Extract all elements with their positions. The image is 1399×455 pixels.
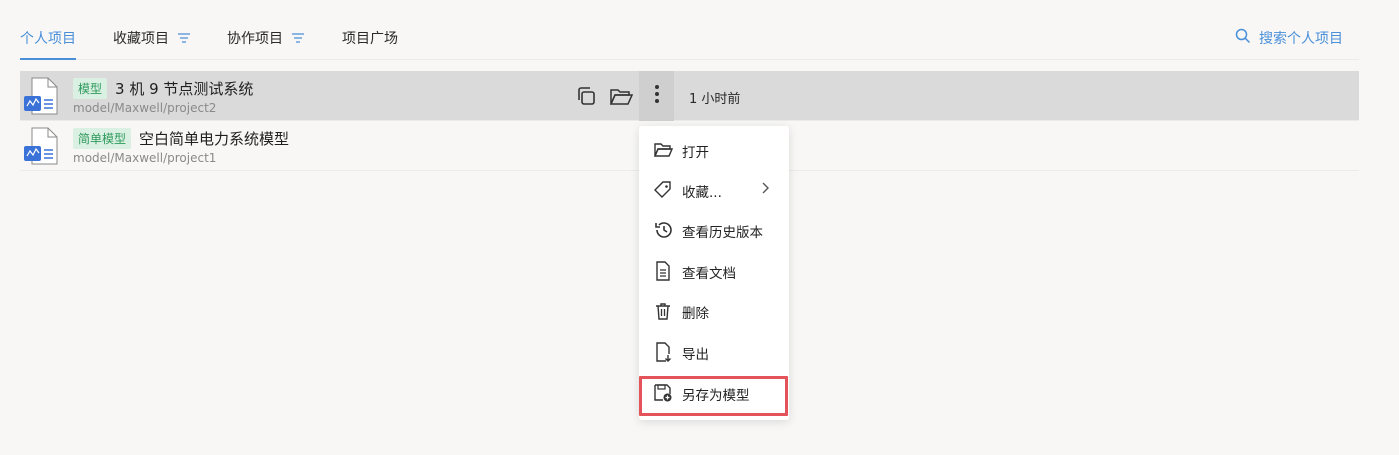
search-label: 搜索个人项目 xyxy=(1259,31,1343,47)
search-icon xyxy=(1235,28,1251,48)
more-vertical-icon xyxy=(654,84,660,108)
menu-item-export[interactable]: 导出 xyxy=(639,335,789,369)
project-type-tag: 简单模型 xyxy=(73,128,132,149)
project-type-tag: 模型 xyxy=(73,78,108,99)
filter-icon[interactable] xyxy=(291,32,305,44)
chevron-right-icon xyxy=(761,181,769,199)
model-file-icon xyxy=(23,77,59,115)
tab-project-square[interactable]: 项目广场 xyxy=(342,28,398,48)
menu-item-favorite[interactable]: 收藏... xyxy=(639,173,789,207)
document-icon xyxy=(653,261,673,281)
project-name[interactable]: 3 机 9 节点测试系统 xyxy=(115,78,253,99)
folder-open-icon[interactable] xyxy=(609,85,634,107)
menu-item-view-docs[interactable]: 查看文档 xyxy=(639,254,789,288)
filter-icon[interactable] xyxy=(177,32,191,44)
tab-label: 项目广场 xyxy=(342,31,398,47)
tab-label: 协作项目 xyxy=(227,31,283,47)
tab-label: 个人项目 xyxy=(20,31,76,47)
tab-bar: 个人项目 收藏项目 协作项目 项目广场 搜索个人项目 xyxy=(20,0,1359,60)
tab-label: 收藏项目 xyxy=(113,31,169,47)
export-icon xyxy=(653,342,673,362)
history-icon xyxy=(653,220,673,240)
trash-icon xyxy=(653,301,673,321)
folder-open-icon xyxy=(653,140,674,160)
active-tab-underline xyxy=(20,58,76,60)
tab-collab-projects[interactable]: 协作项目 xyxy=(227,28,305,48)
copy-icon[interactable] xyxy=(575,85,597,107)
menu-item-delete[interactable]: 删除 xyxy=(639,294,789,328)
tag-icon xyxy=(653,180,673,200)
project-path: model/Maxwell/project1 xyxy=(73,151,217,165)
menu-item-open[interactable]: 打开 xyxy=(639,133,789,167)
tab-personal-projects[interactable]: 个人项目 xyxy=(20,28,76,60)
row-actions xyxy=(575,85,634,107)
project-path: model/Maxwell/project2 xyxy=(73,101,217,115)
save-as-icon xyxy=(653,383,673,403)
menu-item-save-as-model[interactable]: 另存为模型 xyxy=(639,376,789,410)
project-row[interactable]: 模型 3 机 9 节点测试系统 model/Maxwell/project2 1… xyxy=(20,71,1359,121)
tab-favorite-projects[interactable]: 收藏项目 xyxy=(113,28,191,48)
project-title-line: 模型 3 机 9 节点测试系统 xyxy=(73,78,253,99)
menu-item-history[interactable]: 查看历史版本 xyxy=(639,213,789,247)
context-menu: 打开 收藏... 查看历史版本 查看文档 删除 导出 另存为模型 xyxy=(639,126,789,420)
more-options-button[interactable] xyxy=(639,71,674,121)
model-file-icon xyxy=(23,127,59,165)
search-personal-projects[interactable]: 搜索个人项目 xyxy=(1235,28,1343,48)
project-name[interactable]: 空白简单电力系统模型 xyxy=(139,128,289,149)
project-title-line: 简单模型 空白简单电力系统模型 xyxy=(73,128,289,149)
modified-time: 1 小时前 xyxy=(689,92,741,107)
